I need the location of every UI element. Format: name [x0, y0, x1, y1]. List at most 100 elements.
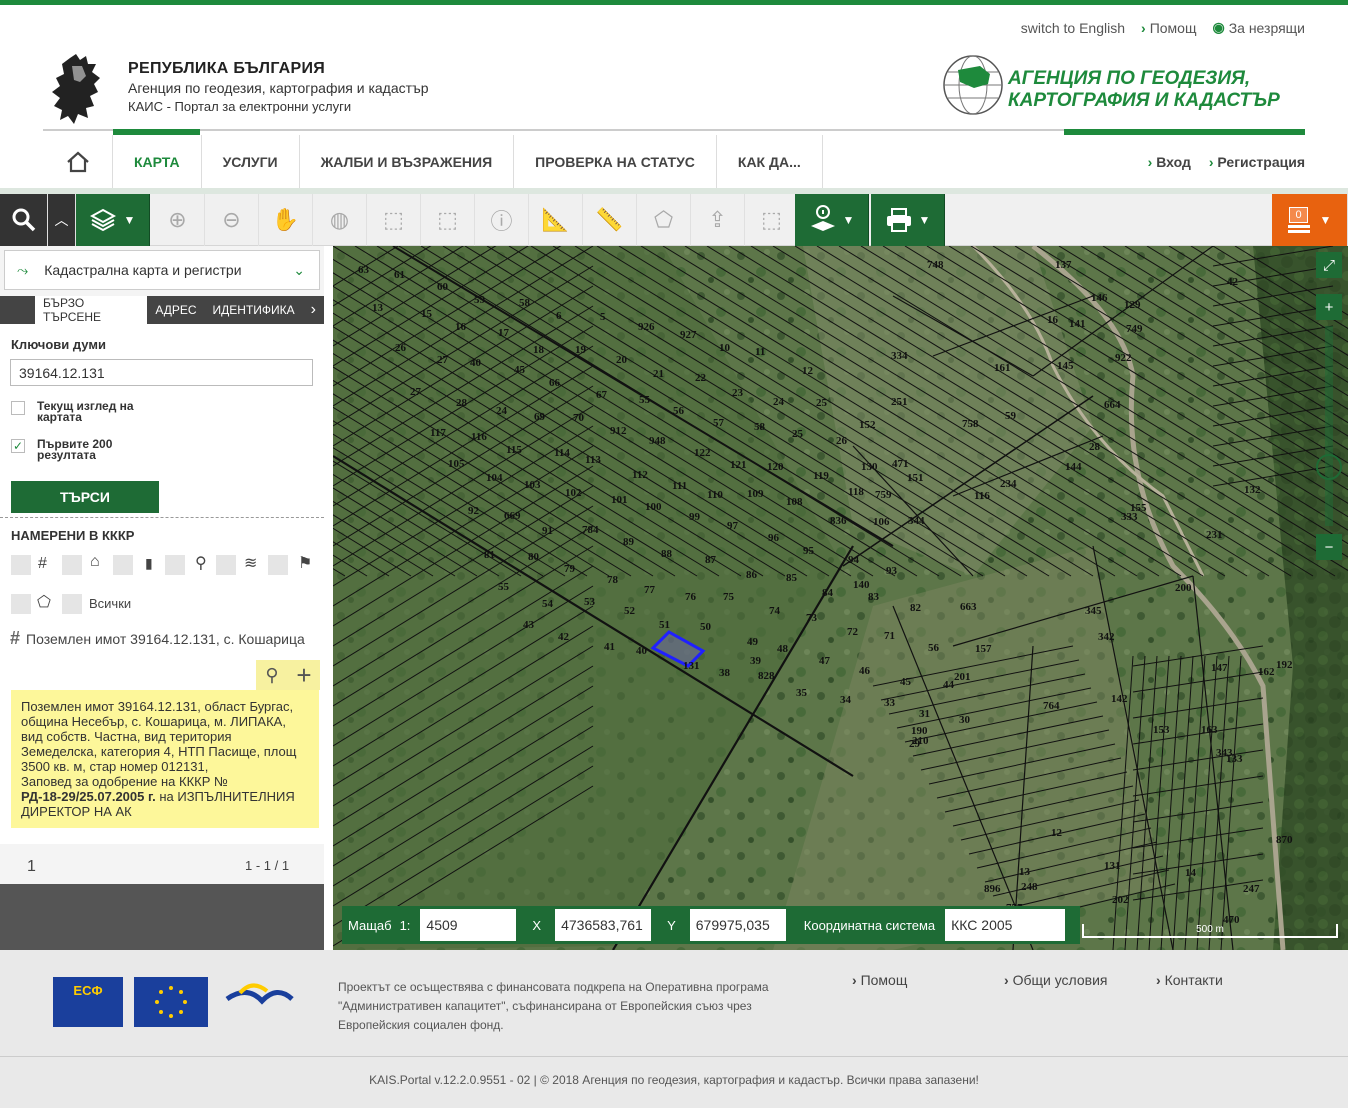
parcel-number-label: 45 — [900, 676, 912, 688]
parcel-number-label: 60 — [437, 281, 449, 293]
x-coordinate-input[interactable]: 4736583,761 — [555, 909, 652, 941]
search-icon — [12, 208, 35, 232]
zoom-slider-handle[interactable] — [1316, 454, 1342, 480]
nav-tab-how-to[interactable]: КАК ДА... — [717, 135, 823, 188]
parcel-number-label: 26 — [395, 342, 407, 354]
filter-toggle[interactable] — [216, 555, 236, 575]
crs-select[interactable]: ККС 2005 — [945, 909, 1066, 941]
layers-icon[interactable]: ≋ — [244, 553, 257, 573]
current-view-checkbox[interactable] — [11, 401, 25, 415]
tab-address[interactable]: АДРЕС — [147, 296, 204, 324]
filter-toggle[interactable] — [11, 594, 31, 614]
tab-identifier[interactable]: ИДЕНТИФИКА — [205, 296, 303, 324]
parcel-number-label: 759 — [875, 489, 892, 501]
filter-toggle[interactable] — [62, 594, 82, 614]
zoom-box-in-button[interactable]: ⬚ — [367, 194, 421, 246]
minus-icon: − — [1324, 538, 1334, 556]
nav-tab-complaints[interactable]: ЖАЛБИ И ВЪЗРАЖЕНИЯ — [300, 135, 515, 188]
pan-button[interactable]: ✋ — [259, 194, 313, 246]
filter-toggle[interactable] — [268, 555, 288, 575]
building-icon[interactable]: ▮ — [145, 555, 153, 572]
map-zoom-in-button[interactable]: + — [1316, 294, 1342, 320]
grid-icon[interactable]: # — [38, 555, 47, 573]
polygon-icon[interactable]: ⬠ — [37, 592, 51, 612]
parcel-number-label: 120 — [767, 461, 784, 473]
parcel-number-label: 46 — [859, 665, 871, 677]
footer-help-link[interactable]: › Помощ — [852, 972, 1004, 988]
scale-input[interactable]: 4509 — [420, 909, 517, 941]
help-link[interactable]: › Помощ — [1141, 19, 1196, 36]
parcel-number-label: 664 — [1104, 399, 1121, 411]
nav-tab-services[interactable]: УСЛУГИ — [202, 135, 300, 188]
filter-toggle[interactable] — [113, 555, 133, 575]
zoom-box-out-button[interactable]: ⬚ — [421, 194, 475, 246]
parcel-number-label: 59 — [1005, 410, 1017, 422]
parcel-number-label: 73 — [806, 612, 818, 624]
select-button[interactable]: ⬚ — [745, 194, 799, 246]
cadastral-map[interactable]: 63 616059 586 592692710 111213 1516 1718 192021… — [333, 246, 1348, 950]
parcel-number-label: 70 — [573, 412, 585, 424]
parcel-number-label: 248 — [1021, 881, 1038, 893]
full-extent-button[interactable]: ◍ — [313, 194, 367, 246]
print-button[interactable]: ▼ — [871, 194, 945, 246]
tab-quick-search[interactable]: БЪРЗО ТЪРСЕНЕ — [35, 296, 148, 324]
first-200-label: Първите 200 резултата — [37, 438, 112, 461]
identify-button[interactable]: ⓘ — [475, 194, 529, 246]
keywords-input[interactable]: 39164.12.131 — [10, 359, 313, 386]
parcel-number-label: 129 — [1124, 299, 1141, 311]
measure-distance-button[interactable]: 📏 — [583, 194, 637, 246]
parcel-number-label: 81 — [484, 549, 495, 561]
login-link[interactable]: › Вход — [1148, 154, 1191, 170]
add-to-cart-button[interactable]: + — [288, 660, 320, 690]
register-label: Регистрация — [1217, 154, 1305, 170]
search-button[interactable]: ТЪРСИ — [11, 481, 159, 513]
switch-language-link[interactable]: switch to English — [1021, 19, 1125, 36]
footer-terms-link[interactable]: › Общи условия — [1004, 972, 1156, 988]
result-actions: ⚲ + — [256, 660, 320, 690]
filter-toggle[interactable] — [165, 555, 185, 575]
search-tool-button[interactable] — [0, 194, 48, 246]
footer-contacts-link[interactable]: › Контакти — [1156, 972, 1308, 988]
layer-info-button[interactable]: ▼ — [795, 194, 869, 246]
collapse-panel-button[interactable]: ︿ — [48, 194, 76, 246]
parcel-number-label: 93 — [886, 565, 898, 577]
parcel-number-label: 101 — [611, 494, 628, 506]
zoom-in-button[interactable]: ⊕ — [151, 194, 205, 246]
filter-toggle[interactable] — [62, 555, 82, 575]
nav-tab-map[interactable]: КАРТА — [113, 135, 202, 188]
accessibility-link[interactable]: ◉ За незрящи — [1212, 19, 1305, 36]
draw-polygon-button[interactable]: ⬠ — [637, 194, 691, 246]
zoom-slider[interactable] — [1325, 326, 1333, 526]
filter-toggle[interactable] — [11, 555, 31, 575]
map-pin-icon[interactable]: ⚲ — [195, 553, 207, 573]
home-button[interactable] — [43, 135, 113, 188]
fullscreen-button[interactable]: ⤢ — [1316, 252, 1342, 278]
upload-button[interactable]: ⇪ — [691, 194, 745, 246]
register-link[interactable]: › Регистрация — [1209, 154, 1305, 170]
nav-tab-status-check[interactable]: ПРОВЕРКА НА СТАТУС — [514, 135, 717, 188]
parcel-number-label: 88 — [661, 548, 673, 560]
zoom-out-icon: ⊖ — [222, 207, 241, 232]
map-canvas[interactable]: 63 61 60 59 58 6 5 926 927 10 11 12 13 15 16 17 18 19 20 21… — [333, 246, 1348, 950]
house-icon[interactable]: ⌂ — [90, 553, 100, 571]
page-number[interactable]: 1 — [27, 858, 36, 876]
parcel-number-label: 95 — [803, 545, 815, 557]
first-200-checkbox[interactable]: ✓ — [11, 439, 25, 453]
result-item[interactable]: # Поземлен имот 39164.12.131, с. Кошариц… — [10, 628, 320, 649]
layer-select[interactable]: ⤳ Кадастрална карта и регистри ⌄ — [4, 250, 320, 290]
flag-icon[interactable]: ⚑ — [298, 553, 312, 573]
parcel-number-label: 25 — [816, 397, 828, 409]
zoom-out-button[interactable]: ⊖ — [205, 194, 259, 246]
printer-icon — [886, 208, 911, 232]
parcel-number-label: 21 — [653, 368, 664, 380]
cart-button[interactable]: 0 ▼ — [1272, 194, 1348, 246]
zoom-to-result-button[interactable]: ⚲ — [256, 660, 288, 690]
tabs-next-button[interactable]: › — [303, 296, 324, 324]
crs-label: Координатна система — [803, 917, 936, 933]
parcel-number-label: 14 — [1185, 867, 1197, 879]
parcel-number-label: 133 — [1226, 753, 1243, 765]
y-coordinate-input[interactable]: 679975,035 — [689, 909, 786, 941]
layers-button[interactable]: ▼ — [76, 194, 150, 246]
map-zoom-out-button[interactable]: − — [1316, 534, 1342, 560]
measure-area-button[interactable]: 📐 — [529, 194, 583, 246]
